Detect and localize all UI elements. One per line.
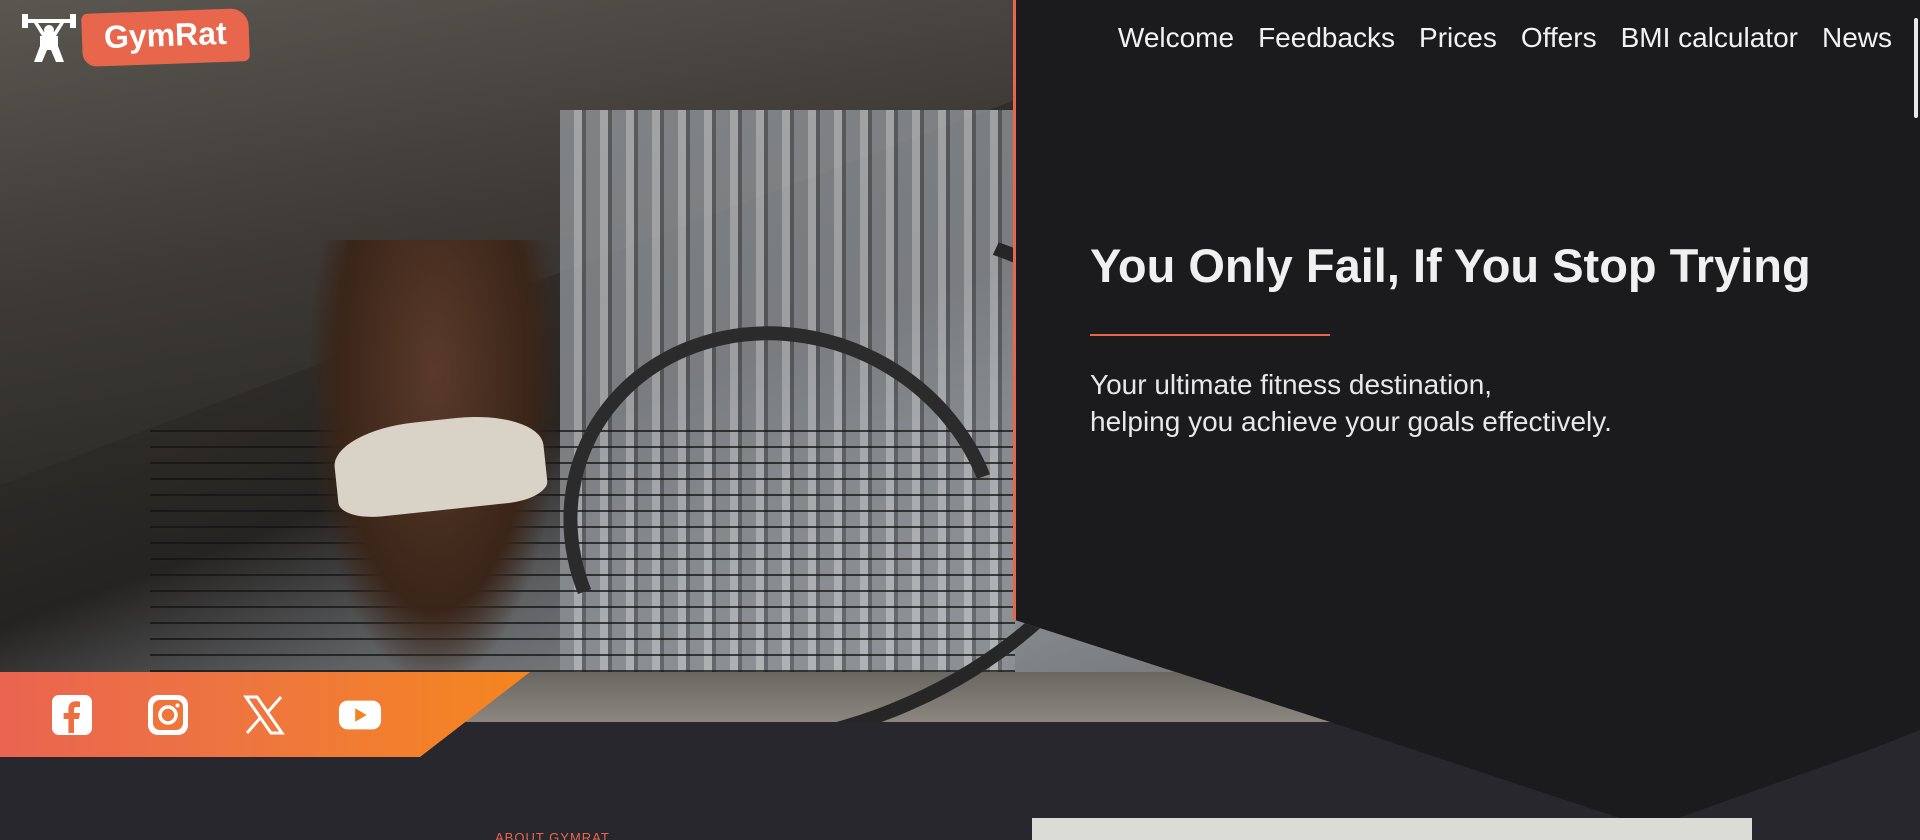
facebook-icon[interactable]: [50, 693, 94, 737]
hero-subtitle-line-2: helping you achieve your goals effective…: [1090, 406, 1612, 437]
nav-item-news[interactable]: News: [1822, 22, 1892, 54]
nav-item-feedbacks[interactable]: Feedbacks: [1258, 22, 1395, 54]
nav-item-offers[interactable]: Offers: [1521, 22, 1597, 54]
hero-title: You Only Fail, If You Stop Trying: [1090, 239, 1811, 292]
hero-subtitle: Your ultimate fitness destination, helpi…: [1090, 366, 1612, 440]
nav-item-welcome[interactable]: Welcome: [1118, 22, 1234, 54]
brand-name: GymRat: [81, 7, 250, 67]
hero-divider: [1013, 0, 1016, 620]
nav-item-bmi-calculator[interactable]: BMI calculator: [1621, 22, 1798, 54]
instagram-icon[interactable]: [146, 693, 190, 737]
about-section-image: [1032, 818, 1752, 840]
title-underline: [1090, 334, 1330, 336]
logo[interactable]: GymRat: [20, 7, 250, 67]
scrollbar[interactable]: [1914, 18, 1918, 118]
main-nav: Welcome Feedbacks Prices Offers BMI calc…: [1118, 22, 1892, 54]
landing-page: GymRat Welcome Feedbacks Prices Offers B…: [0, 0, 1920, 840]
about-section-label: ABOUT GYMRAT: [495, 830, 610, 840]
hero-text-panel: [1015, 0, 1920, 722]
hero-subtitle-line-1: Your ultimate fitness destination,: [1090, 369, 1493, 400]
dumbbell-lifter-icon: [22, 14, 76, 62]
x-icon[interactable]: [242, 693, 286, 737]
nav-item-prices[interactable]: Prices: [1419, 22, 1497, 54]
youtube-icon[interactable]: [338, 693, 382, 737]
